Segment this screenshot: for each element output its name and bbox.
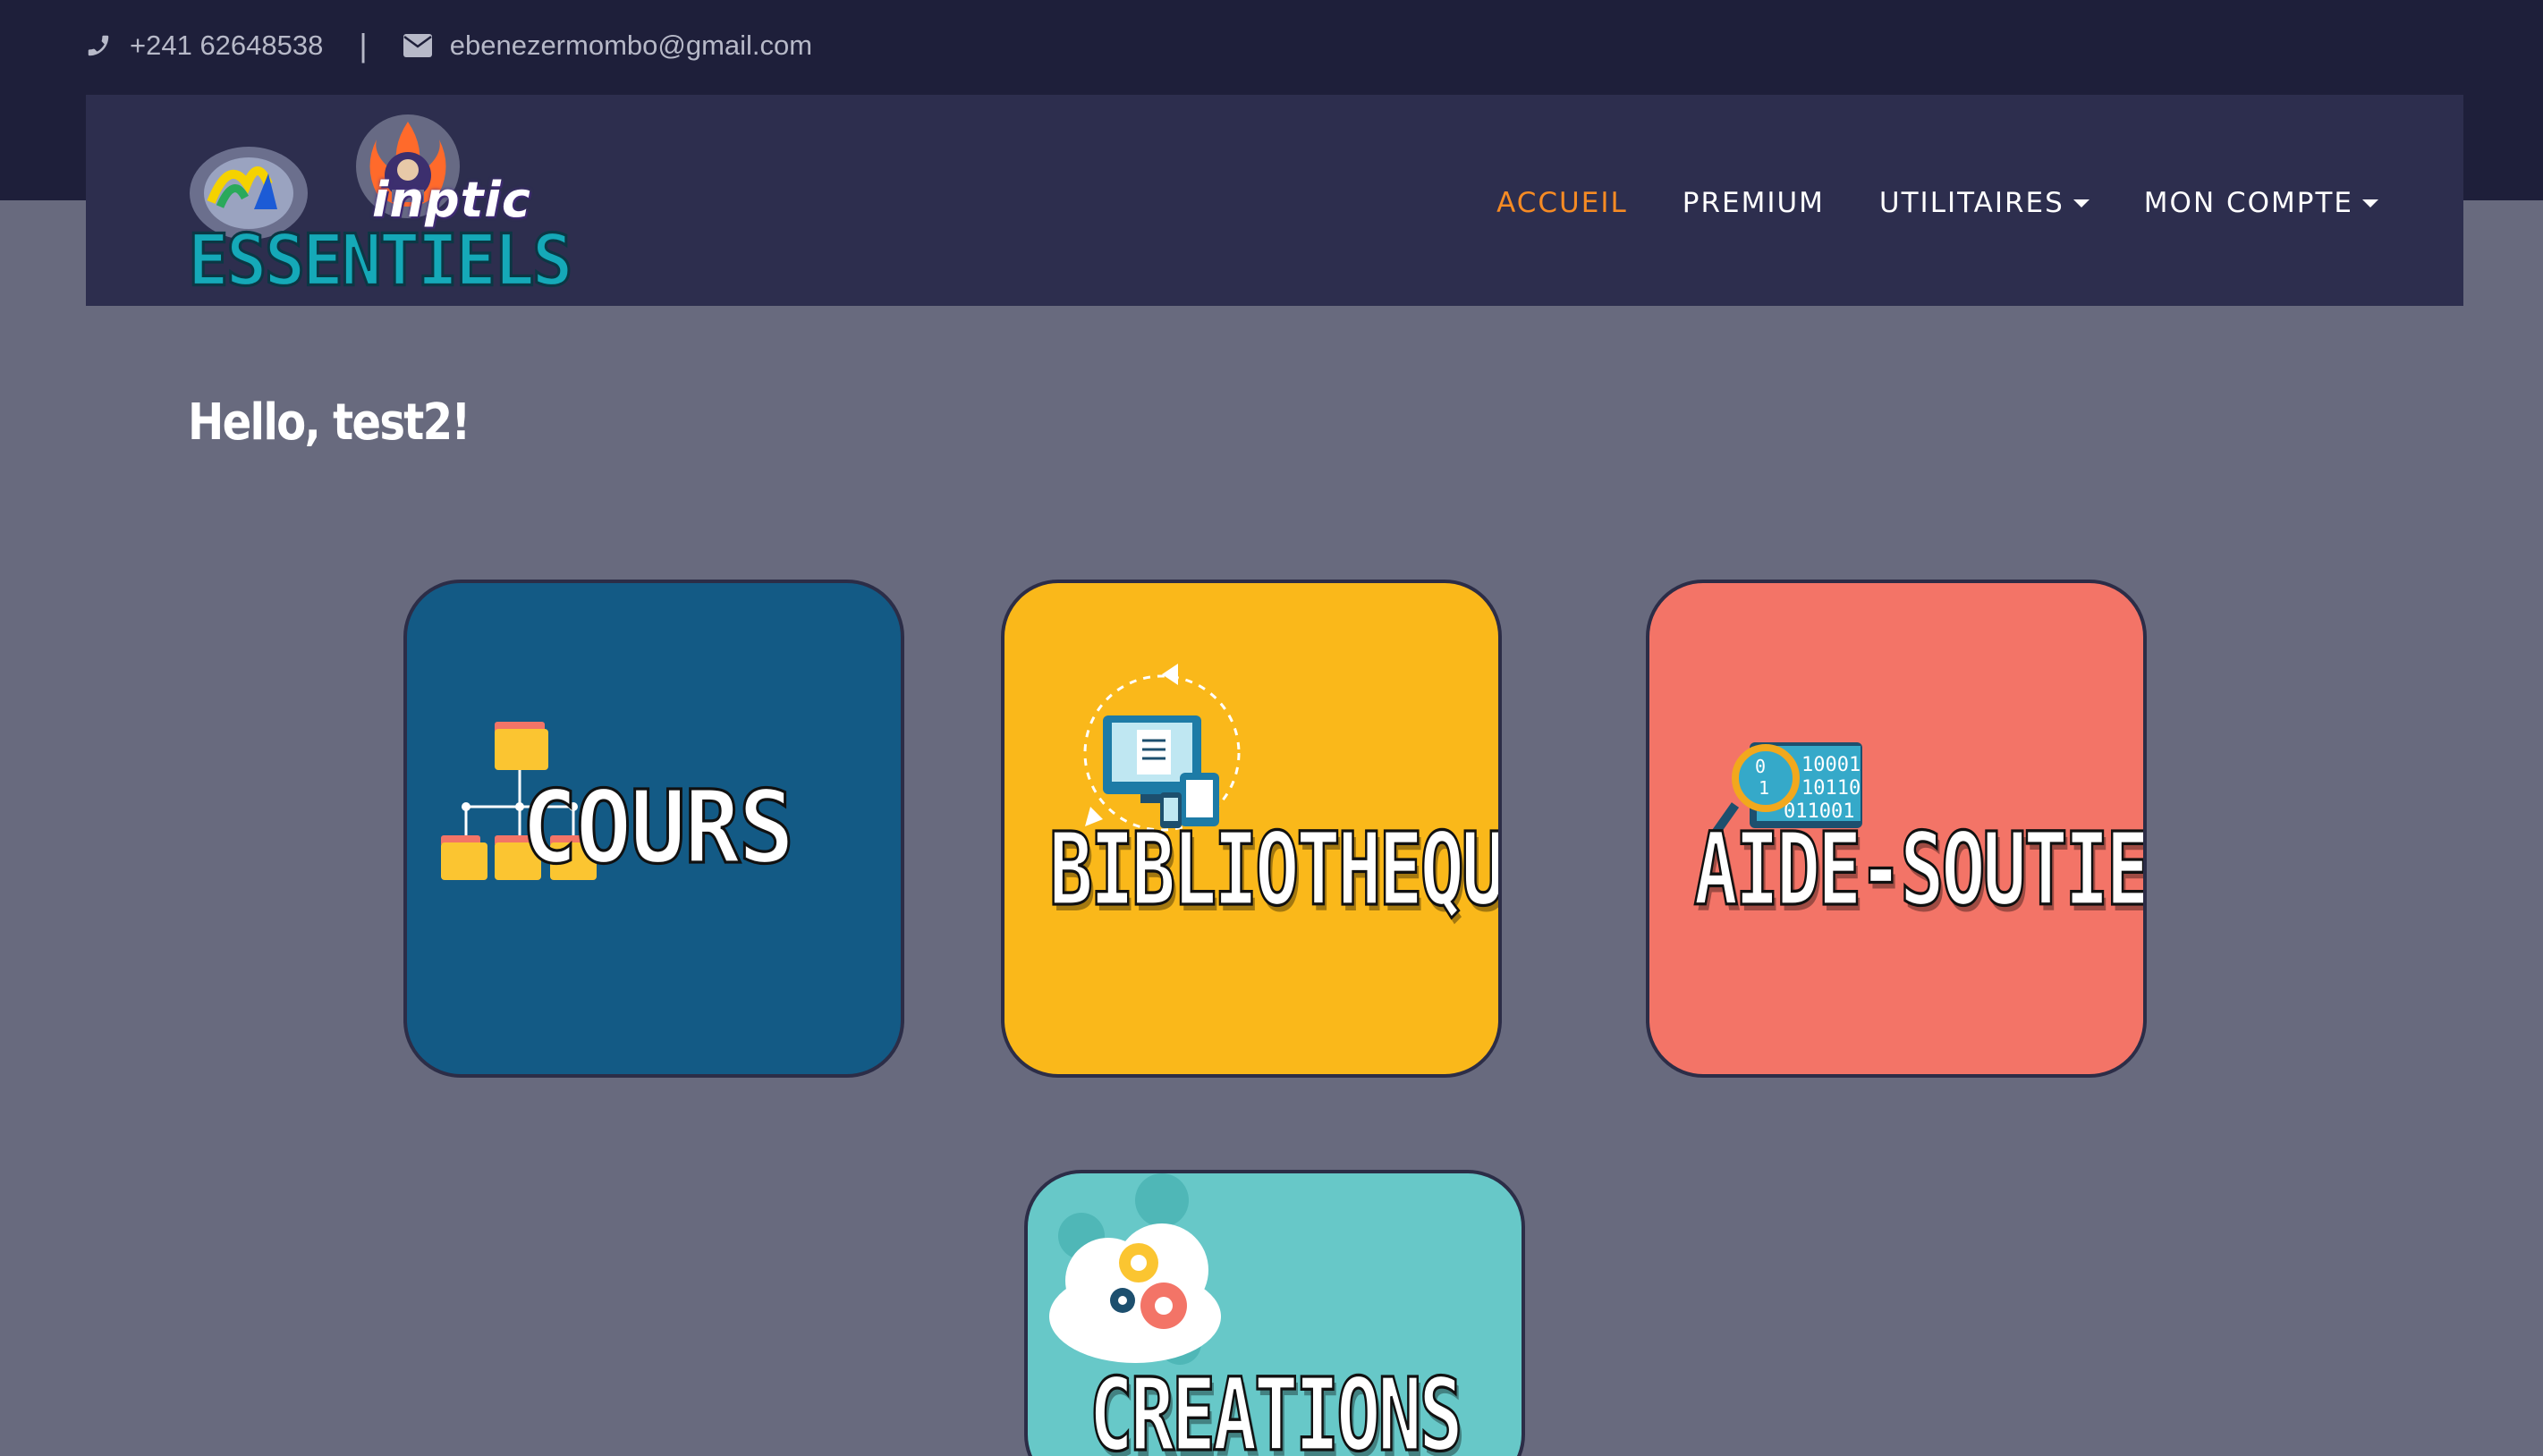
tile-creations-label: CREATIONS [1088,1355,1464,1456]
tile-cours-label: COURS [520,766,795,887]
contact-separator: | [359,27,368,63]
contact-bar: +241 62648538 | ebenezermombo@gmail.com [85,25,812,66]
nav-accueil[interactable]: ACCUEIL [1496,187,1628,219]
svg-text:10001: 10001 [1801,754,1861,776]
phone-icon [85,32,112,59]
caret-down-icon [2362,199,2378,207]
svg-text:0: 0 [1755,756,1766,777]
tile-aide-soutien-label: AIDE-SOUTIEN [1692,809,2147,929]
nav-mon-compte-dropdown[interactable]: MON COMPTE [2144,187,2378,219]
caret-down-icon [2073,199,2089,207]
main-nav: ACCUEIL PREMIUM UTILITAIRES MON COMPTE [1496,181,2378,225]
site-logo[interactable]: inptic ESSENTIELS [184,104,574,303]
logo-text-essentiels: ESSENTIELS [187,216,575,303]
nav-mon-compte-label: MON COMPTE [2143,187,2353,219]
nav-utilitaires-dropdown[interactable]: UTILITAIRES [1879,187,2089,219]
phone-number[interactable]: +241 62648538 [130,30,323,62]
tile-bibliotheque[interactable]: BIBLIOTHEQUE [1001,580,1502,1078]
nav-utilitaires-label: UTILITAIRES [1878,187,2064,219]
tile-cours[interactable]: COURS [403,580,904,1078]
tile-bibliotheque-label: BIBLIOTHEQUE [1047,809,1502,929]
tile-aide-soutien[interactable]: 10001 10110 011001 0 1 AIDE-SOUTIEN [1646,580,2147,1078]
envelope-icon [403,34,432,57]
svg-text:10110: 10110 [1801,777,1861,800]
nav-premium[interactable]: PREMIUM [1683,187,1825,219]
svg-text:1: 1 [1759,777,1769,799]
page-greeting: Hello, test2! [188,394,470,452]
nav-accueil-label: ACCUEIL [1496,187,1628,219]
nav-premium-label: PREMIUM [1682,187,1825,219]
navbar: inptic ESSENTIELS ACCUEIL PREMIUM UTILIT… [86,95,2463,306]
email-address[interactable]: ebenezermombo@gmail.com [450,30,812,62]
tile-creations[interactable]: CREATIONS [1024,1170,1525,1456]
